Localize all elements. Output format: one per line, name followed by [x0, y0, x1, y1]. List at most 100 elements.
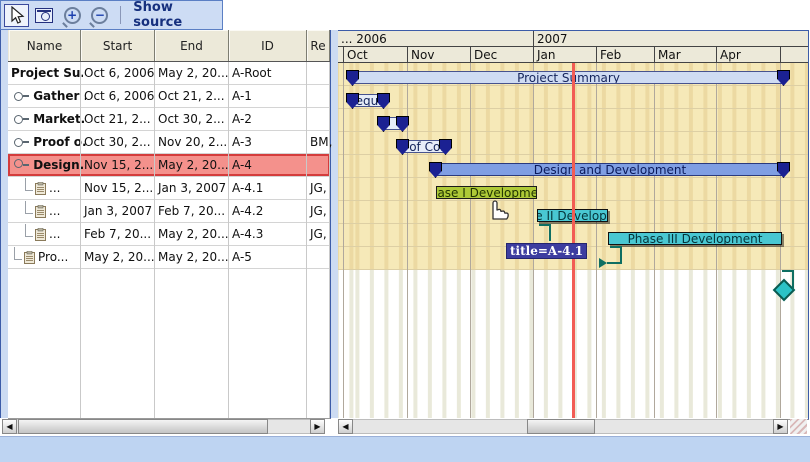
task-icon — [35, 228, 46, 241]
select-tool-button[interactable] — [4, 4, 29, 27]
scroll-right-button[interactable]: ▶ — [310, 419, 325, 434]
scroll-left-button[interactable]: ◀ — [338, 419, 353, 434]
table-row[interactable]: ...Jan 3, 2007Feb 7, 20...A-4.2JG, — [8, 200, 330, 223]
table-row[interactable]: Project Su...Oct 6, 2006May 2, 20...A-Ro… — [8, 62, 330, 85]
gantt-horizontal-scrollbar[interactable]: ◀ ▶ — [338, 419, 788, 434]
hand-cursor-icon — [485, 193, 511, 221]
month-cell-mar: Mar — [654, 47, 716, 62]
end-cell: May 2, 20... — [155, 223, 232, 245]
column-header-end[interactable]: End — [155, 30, 229, 61]
table-row[interactable]: Gather ...Oct 6, 2006Oct 21, 2...A-1 — [8, 85, 330, 108]
month-cell-jan: Jan — [533, 47, 596, 62]
tree-handle-line — [23, 164, 29, 166]
end-cell: May 2, 20... — [155, 246, 232, 268]
column-gridline — [154, 62, 155, 418]
table-row[interactable]: ...Nov 15, 2...Jan 3, 2007A-4.1JG, — [8, 177, 330, 200]
gantt-bar[interactable]: Phase III Development — [608, 232, 782, 245]
dependency-line — [792, 270, 794, 290]
task-name-cell: ... — [9, 177, 83, 199]
column-header-re[interactable]: Re — [307, 30, 330, 61]
id-cell: A-Root — [229, 62, 310, 84]
scroll-right-button[interactable]: ▶ — [773, 419, 788, 434]
month-gridline — [533, 63, 534, 418]
task-name-label: Design... — [33, 158, 86, 172]
cursor-arrow-icon — [8, 6, 25, 24]
tree-collapsed-handle-icon[interactable] — [14, 115, 23, 124]
toolbar-separator — [120, 6, 121, 24]
month-cell-feb: Feb — [596, 47, 654, 62]
task-name-label: Proof o... — [33, 135, 86, 149]
tree-expanded-handle-icon[interactable] — [14, 159, 23, 168]
start-cell: Oct 30, 2... — [81, 131, 158, 153]
zoom-in-button[interactable]: + — [60, 4, 85, 27]
toolbar: + − Show source — [0, 0, 223, 30]
table-row[interactable]: Pro...May 2, 20...May 2, 20...A-5 — [8, 246, 330, 269]
tree-handle-line — [23, 95, 29, 97]
show-source-button[interactable]: Show source — [133, 0, 222, 30]
table-row[interactable]: Proof o...Oct 30, 2...Nov 20, 2...A-3BM, — [8, 131, 330, 154]
month-cell-partial — [780, 47, 808, 62]
month-cell-apr: Apr — [716, 47, 780, 62]
gantt-bar[interactable]: Project Summary — [353, 71, 784, 84]
gantt-bar-label: Project Summary — [517, 71, 620, 84]
id-cell: A-4.2 — [229, 200, 310, 222]
table-row[interactable]: ...Feb 7, 20...May 2, 20...A-4.3JG, — [8, 223, 330, 246]
tree-branch-line — [25, 178, 33, 191]
end-cell: Oct 30, 2... — [155, 108, 232, 130]
task-name-cell: Market... — [9, 108, 86, 130]
end-cell: May 2, 20... — [155, 62, 232, 84]
id-cell: A-3 — [229, 131, 310, 153]
id-cell: A-4.3 — [229, 223, 310, 245]
end-cell: Nov 20, 2... — [155, 131, 232, 153]
gantt-bar[interactable]: Design and Development — [436, 163, 784, 176]
tooltip: title=A-4.1 — [506, 243, 587, 259]
task-name-cell: ... — [9, 223, 83, 245]
start-cell: Oct 21, 2... — [81, 108, 158, 130]
scroll-left-button[interactable]: ◀ — [2, 419, 17, 434]
column-gridline — [80, 62, 81, 418]
scrollbar-thumb[interactable] — [18, 419, 268, 434]
start-cell: Nov 15, 2... — [81, 154, 158, 176]
gantt-chart-panel: ... 2006 2007 OctNovDecJanFebMarApr Proj… — [338, 30, 809, 420]
task-name-cell: Proof o... — [9, 131, 86, 153]
scrollbar-thumb[interactable] — [527, 419, 595, 434]
table-header: NameStartEndIDRe — [8, 30, 330, 62]
month-gridline — [470, 63, 471, 418]
table-row[interactable]: Design...Nov 15, 2...May 2, 20...A-4 — [8, 154, 330, 177]
task-name-cell: Pro... — [9, 246, 83, 268]
start-cell: May 2, 20... — [81, 246, 158, 268]
table-row[interactable]: Market...Oct 21, 2...Oct 30, 2...A-2 — [8, 108, 330, 131]
tree-branch-line — [25, 224, 33, 237]
tree-branch-line — [25, 201, 33, 214]
column-header-name[interactable]: Name — [9, 30, 81, 61]
zoom-region-button[interactable] — [32, 4, 57, 27]
id-cell: A-1 — [229, 85, 310, 107]
end-cell: Oct 21, 2... — [155, 85, 232, 107]
zoom-out-button[interactable]: − — [88, 4, 113, 27]
task-name-cell: Design... — [9, 154, 86, 176]
end-cell: May 2, 20... — [155, 154, 232, 176]
task-name-label: Market... — [33, 112, 86, 126]
table-horizontal-scrollbar[interactable]: ◀ ▶ — [2, 419, 325, 434]
id-cell: A-4 — [229, 154, 310, 176]
start-cell: Nov 15, 2... — [81, 177, 158, 199]
tree-collapsed-handle-icon[interactable] — [14, 92, 23, 101]
column-gridline — [228, 62, 229, 418]
resize-grip[interactable] — [790, 419, 807, 434]
id-cell: A-5 — [229, 246, 310, 268]
tree-branch-line — [14, 247, 22, 260]
start-cell: Oct 6, 2006 — [81, 85, 158, 107]
column-header-start[interactable]: Start — [81, 30, 155, 61]
task-name-label: ... — [49, 227, 60, 241]
id-cell: A-4.1 — [229, 177, 310, 199]
today-line — [572, 63, 575, 418]
column-header-id[interactable]: ID — [229, 30, 307, 61]
status-bar — [0, 436, 810, 462]
tree-collapsed-handle-icon[interactable] — [14, 138, 23, 147]
id-cell: A-2 — [229, 108, 310, 130]
task-icon — [35, 182, 46, 195]
start-cell: Oct 6, 2006 — [81, 62, 158, 84]
gantt-application-window: + − Show source NameStartEndIDRe Project… — [0, 0, 810, 462]
dependency-line — [607, 262, 622, 264]
timeline-month-row: OctNovDecJanFebMarApr — [338, 47, 808, 63]
